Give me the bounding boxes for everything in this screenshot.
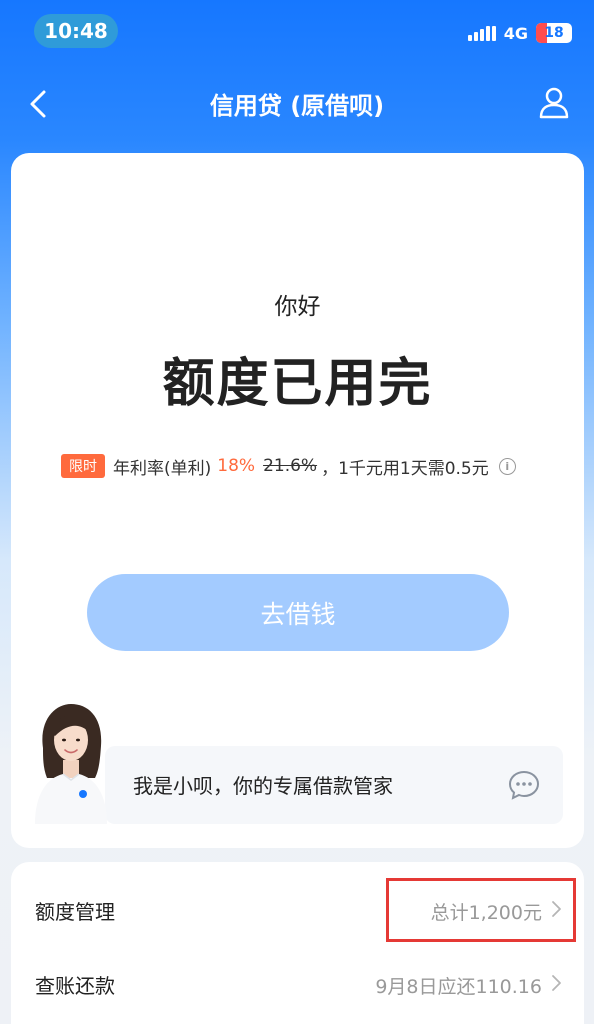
- greeting-text: 你好: [274, 294, 321, 320]
- network-type: 4G: [503, 23, 528, 43]
- original-rate: 21.6%: [263, 456, 318, 476]
- limited-time-badge: 限时: [61, 454, 105, 478]
- status-bar: 10:48 4G 18: [0, 0, 594, 62]
- rate-label: 年利率(单利): [113, 458, 212, 479]
- nav-bar: 信用贷 (原借呗): [0, 62, 594, 144]
- billing-repayment-row[interactable]: 查账还款 9月8日应还110.16: [11, 946, 584, 1016]
- quota-status: 额度已用完: [162, 354, 433, 414]
- interest-rate-row: 限时 年利率(单利) 18% 21.6% ，1千元用1天需0.5元 i: [61, 453, 516, 479]
- status-indicators: 4G 18: [467, 22, 572, 44]
- battery-icon: 18: [536, 23, 572, 43]
- assistant-message: 我是小呗，你的专属借款管家: [133, 774, 393, 798]
- credit-summary-card: 你好 额度已用完 限时 年利率(单利) 18% 21.6% ，1千元用1天需0.…: [11, 153, 584, 848]
- borrow-button[interactable]: 去借钱: [87, 574, 509, 651]
- row-label: 额度管理: [35, 900, 115, 924]
- page-title: 信用贷 (原借呗): [209, 92, 385, 120]
- row-label: 查账还款: [35, 974, 115, 998]
- row-value: 9月8日应还110.16: [375, 976, 542, 998]
- current-rate: 18%: [217, 456, 256, 476]
- chevron-right-icon: [552, 975, 561, 991]
- quota-management-row[interactable]: 额度管理 总计1,200元: [11, 872, 584, 942]
- info-icon[interactable]: i: [498, 457, 516, 475]
- user-icon: [539, 87, 569, 119]
- battery-level: 18: [544, 25, 564, 41]
- highlight-box: [386, 878, 576, 942]
- status-time: 10:48: [34, 14, 118, 48]
- assistant-avatar[interactable]: [25, 698, 117, 824]
- signal-icon: [467, 25, 496, 41]
- profile-button[interactable]: [536, 84, 572, 120]
- chat-icon[interactable]: [507, 768, 541, 802]
- rate-description: ，1千元用1天需0.5元: [321, 458, 489, 479]
- assistant-bubble[interactable]: 我是小呗，你的专属借款管家: [105, 746, 563, 824]
- account-list-card: 额度管理 总计1,200元 查账还款 9月8日应还110.16: [11, 862, 584, 1024]
